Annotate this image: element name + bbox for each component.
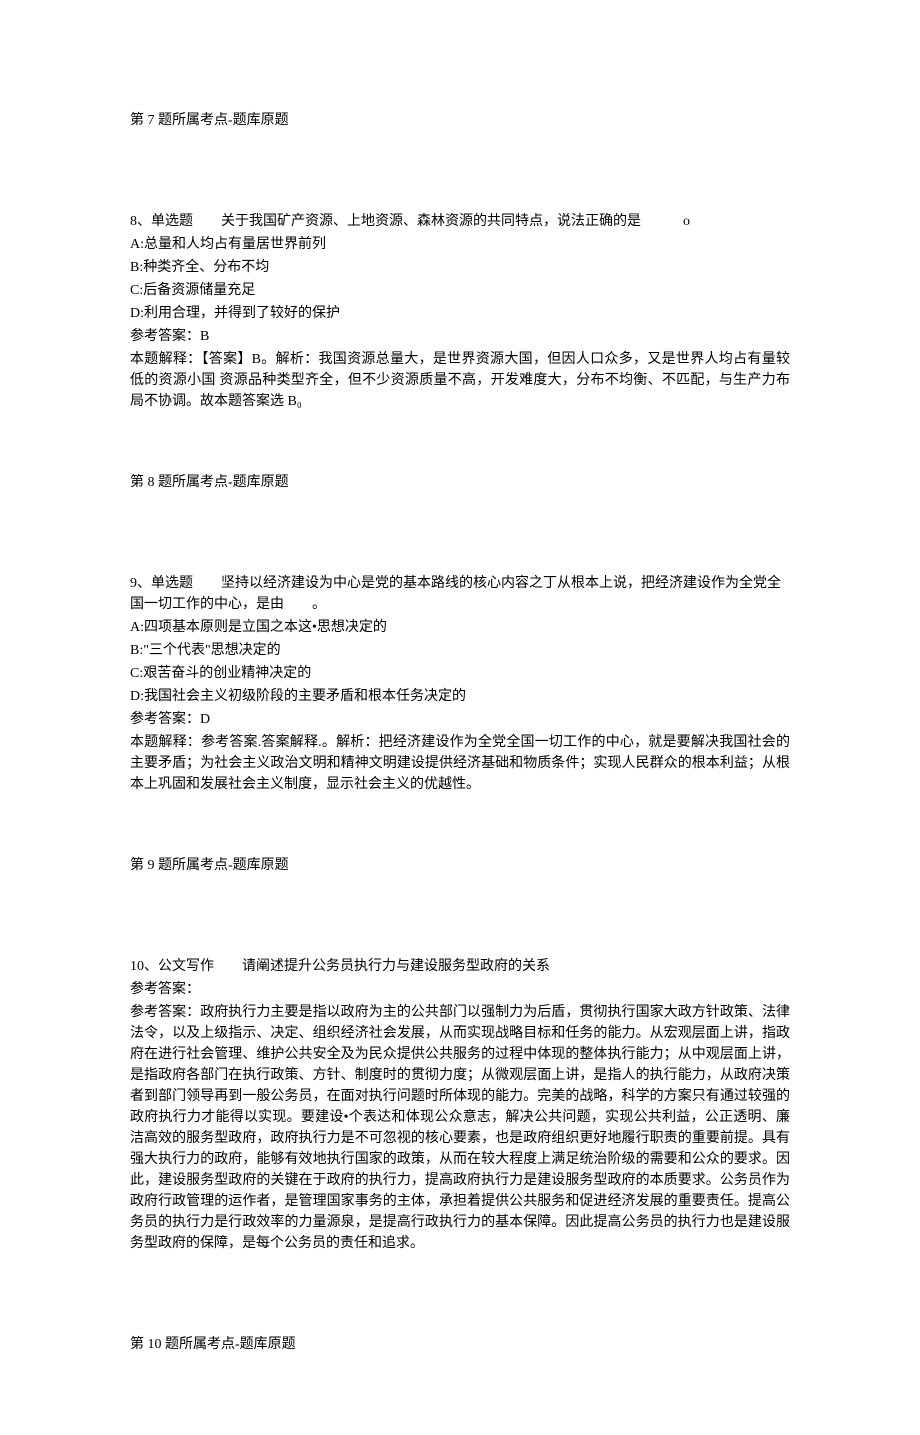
q8-topic: 第 8 题所属考点-题库原题 [130, 472, 790, 493]
q9-option-b: B:"三个代表"思想决定的 [130, 640, 790, 661]
question-8: 8、单选题 关于我国矿产资源、上地资源、森林资源的共同特点，说法正确的是 o A… [130, 211, 790, 412]
q9-explanation: 本题解释：参考答案.答案解释.。解析：把经济建设作为全党全国一切工作的中心，就是… [130, 732, 790, 795]
q8-explanation: 本题解释：【答案】B。解析：我国资源总量大，是世界资源大国，但因人口众多，又是世… [130, 349, 790, 412]
q8-header: 8、单选题 关于我国矿产资源、上地资源、森林资源的共同特点，说法正确的是 o [130, 211, 790, 232]
q10-explanation: 参考答案：政府执行力主要是指以政府为主的公共部门以强制力为后盾，贯彻执行国家大政… [130, 1002, 790, 1254]
q9-option-c: C:艰苦奋斗的创业精神决定的 [130, 663, 790, 684]
question-9: 9、单选题 坚持以经济建设为中心是党的基本路线的核心内容之丁从根本上说，把经济建… [130, 573, 790, 795]
q8-option-c: C:后备资源储量充足 [130, 280, 790, 301]
q9-answer: 参考答案：D [130, 709, 790, 730]
spacer [130, 1274, 790, 1334]
q7-topic: 第 7 题所属考点-题库原题 [130, 110, 790, 131]
spacer [130, 513, 790, 573]
q8-answer: 参考答案：B [130, 326, 790, 347]
q9-header: 9、单选题 坚持以经济建设为中心是党的基本路线的核心内容之丁从根本上说，把经济建… [130, 573, 790, 615]
q8-option-d: D:利用合理，并得到了较好的保护 [130, 303, 790, 324]
q9-option-d: D:我国社会主义初级阶段的主要矛盾和根本任务决定的 [130, 686, 790, 707]
q9-option-a: A:四项基本原则是立国之本这•思想决定的 [130, 617, 790, 638]
q8-option-b: B:种类齐全、分布不均 [130, 257, 790, 278]
spacer [130, 432, 790, 472]
question-10: 10、公文写作 请阐述提升公务员执行力与建设服务型政府的关系 参考答案： 参考答… [130, 956, 790, 1254]
q9-topic: 第 9 题所属考点-题库原题 [130, 855, 790, 876]
q10-answer-label: 参考答案： [130, 979, 790, 1000]
spacer [130, 815, 790, 855]
spacer [130, 896, 790, 956]
q10-topic: 第 10 题所属考点-题库原题 [130, 1334, 790, 1355]
spacer [130, 151, 790, 211]
q8-option-a: A:总量和人均占有量居世界前列 [130, 234, 790, 255]
q10-header: 10、公文写作 请阐述提升公务员执行力与建设服务型政府的关系 [130, 956, 790, 977]
